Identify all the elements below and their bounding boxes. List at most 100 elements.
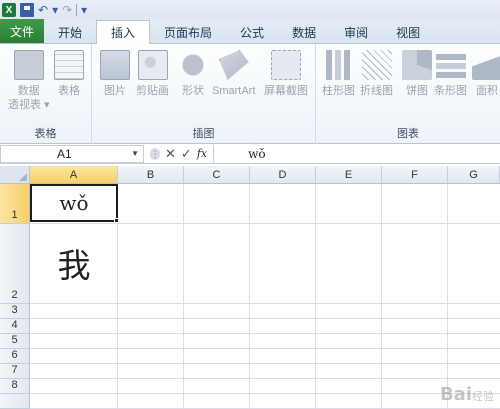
pivot-table-label-2: 透视表 ▾ — [8, 99, 50, 111]
customize-qat-icon[interactable]: ▾ — [81, 3, 87, 17]
formula-input[interactable]: wǒ — [213, 144, 500, 163]
column-chart-label: 柱形图 — [322, 85, 355, 97]
screenshot-button[interactable]: 屏幕截图 — [264, 50, 308, 98]
quick-access-toolbar: X ↶ ▾ ↷ ▾ — [0, 0, 500, 20]
tab-formulas[interactable]: 公式 — [226, 21, 278, 43]
clipart-label: 剪贴画 — [136, 85, 169, 97]
screenshot-label: 屏幕截图 — [264, 85, 308, 97]
name-box-value: A1 — [57, 146, 72, 161]
row-line — [30, 393, 500, 394]
smartart-button[interactable]: SmartArt — [212, 50, 255, 98]
smartart-label: SmartArt — [212, 85, 256, 97]
ribbon: 数据 透视表 ▾ 表格 表格 图片 剪贴画 形状 SmartArt 屏幕截图 插… — [0, 44, 500, 144]
watermark-suffix: 经验 — [472, 390, 494, 403]
bar-chart-label: 条形图 — [434, 85, 467, 97]
picture-icon — [100, 50, 130, 80]
select-all-button[interactable] — [0, 166, 30, 184]
row-line — [30, 348, 500, 349]
cancel-icon[interactable]: ✕ — [165, 146, 176, 162]
pivot-table-icon — [13, 50, 44, 80]
shapes-icon — [178, 50, 208, 80]
column-header-a[interactable]: A — [30, 166, 118, 184]
name-box[interactable]: A1 ▼ — [0, 144, 144, 163]
row-header-4[interactable]: 4 — [0, 319, 30, 334]
column-header-d[interactable]: D — [250, 166, 316, 184]
row-header-9[interactable] — [0, 394, 30, 409]
group-illustrations: 图片 剪贴画 形状 SmartArt 屏幕截图 插图 — [92, 44, 316, 144]
pie-chart-icon — [402, 50, 432, 80]
excel-logo-icon[interactable]: X — [2, 3, 16, 17]
formula-bar-grip-icon[interactable]: ⋮ — [150, 147, 160, 160]
group-charts-label: 图表 — [397, 128, 419, 140]
baidu-watermark: Bai经验 — [440, 384, 494, 405]
group-tables-label: 表格 — [34, 128, 57, 140]
tab-insert[interactable]: 插入 — [96, 20, 151, 44]
table-label: 表格 — [58, 85, 80, 97]
column-header-f[interactable]: F — [382, 166, 448, 184]
table-icon — [54, 50, 84, 80]
line-chart-button[interactable]: 折线图 — [360, 50, 393, 98]
row-line — [30, 378, 500, 379]
enter-icon[interactable]: ✓ — [181, 146, 192, 162]
pie-chart-button[interactable]: 饼图 — [402, 50, 432, 98]
group-charts: 柱形图 折线图 饼图 条形图 面积 图表 — [316, 44, 500, 144]
row-header-5[interactable]: 5 — [0, 334, 30, 349]
row-line — [30, 333, 500, 334]
picture-label: 图片 — [104, 85, 126, 97]
column-header-g[interactable]: G — [448, 166, 500, 184]
tab-page-layout[interactable]: 页面布局 — [150, 21, 226, 43]
pivot-table-button[interactable]: 数据 透视表 ▾ — [8, 50, 50, 112]
formula-bar: A1 ▼ ⋮ ✕ ✓ fx wǒ — [0, 144, 500, 164]
column-header-c[interactable]: C — [184, 166, 250, 184]
bar-chart-icon — [435, 50, 466, 80]
undo-icon[interactable]: ↶ — [38, 3, 48, 17]
ribbon-tabs: 文件 开始 插入 页面布局 公式 数据 审阅 视图 — [0, 19, 500, 44]
cell-a1[interactable]: wǒ — [30, 184, 118, 222]
shapes-label: 形状 — [182, 85, 204, 97]
pie-chart-label: 饼图 — [406, 85, 428, 97]
line-chart-icon — [361, 50, 392, 80]
fill-handle[interactable] — [114, 218, 119, 223]
group-tables: 数据 透视表 ▾ 表格 表格 — [0, 44, 92, 144]
worksheet-grid: A B C D E F G 1 2 3 4 5 6 7 8 wǒ 我 Bai经验 — [0, 164, 500, 409]
area-chart-button[interactable]: 面积 — [472, 50, 500, 98]
row-line — [30, 303, 500, 304]
picture-button[interactable]: 图片 — [100, 50, 130, 98]
column-chart-icon — [323, 50, 354, 80]
tab-data[interactable]: 数据 — [278, 21, 330, 43]
row-header-2[interactable]: 2 — [0, 224, 30, 304]
tab-file[interactable]: 文件 — [0, 19, 44, 43]
tab-home[interactable]: 开始 — [44, 21, 96, 43]
group-illustrations-label: 插图 — [192, 128, 215, 140]
tab-review[interactable]: 审阅 — [330, 21, 382, 43]
column-header-b[interactable]: B — [118, 166, 184, 184]
undo-dropdown-icon[interactable]: ▾ — [52, 3, 58, 17]
clipart-button[interactable]: 剪贴画 — [136, 50, 169, 98]
row-header-6[interactable]: 6 — [0, 349, 30, 364]
clipart-icon — [137, 50, 168, 80]
column-header-e[interactable]: E — [316, 166, 382, 184]
pivot-table-label-1: 数据 — [17, 85, 40, 97]
cell-a2[interactable]: 我 — [30, 224, 118, 302]
table-button[interactable]: 表格 — [54, 50, 84, 98]
name-box-dropdown-icon[interactable]: ▼ — [131, 149, 139, 158]
tab-view[interactable]: 视图 — [382, 21, 434, 43]
column-chart-button[interactable]: 柱形图 — [322, 50, 355, 98]
save-icon[interactable] — [20, 3, 34, 17]
line-chart-label: 折线图 — [360, 85, 393, 97]
row-header-1[interactable]: 1 — [0, 184, 30, 224]
redo-icon[interactable]: ↷ — [62, 3, 72, 17]
formula-buttons: ⋮ ✕ ✓ fx — [144, 145, 213, 163]
smartart-icon — [218, 50, 249, 80]
insert-function-icon[interactable]: fx — [197, 147, 207, 160]
row-header-8[interactable]: 8 — [0, 379, 30, 394]
row-header-7[interactable]: 7 — [0, 364, 30, 379]
area-chart-icon — [472, 50, 500, 80]
bar-chart-button[interactable]: 条形图 — [434, 50, 467, 98]
row-header-3[interactable]: 3 — [0, 304, 30, 319]
watermark-brand: Bai — [439, 384, 472, 405]
shapes-button[interactable]: 形状 — [178, 50, 208, 98]
row-line — [30, 318, 500, 319]
row-line — [30, 363, 500, 364]
area-chart-label: 面积 — [476, 85, 498, 97]
